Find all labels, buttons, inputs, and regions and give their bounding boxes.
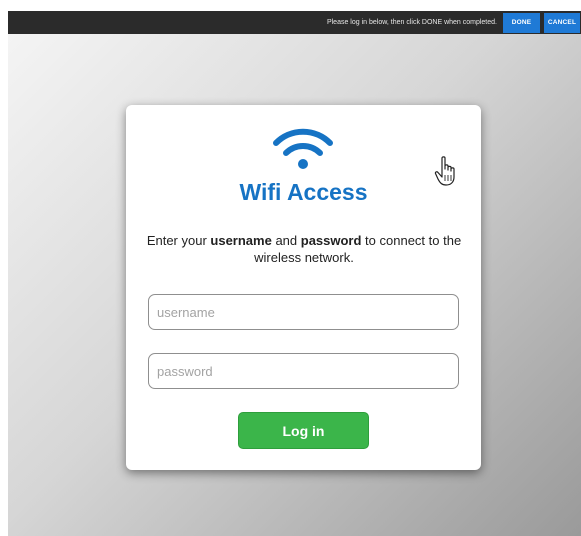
instructions-username-word: username [210,233,272,248]
wifi-icon [273,128,333,169]
password-input[interactable] [148,353,459,389]
login-instructions: Enter your username and password to conn… [144,232,464,266]
cancel-button[interactable]: CANCEL [544,12,580,33]
top-toolbar: Please log in below, then click DONE whe… [8,11,581,34]
instructions-text-1: Enter your [146,233,211,248]
instructions-text-2: and [271,233,301,248]
page-title: Wifi Access [239,179,368,205]
done-button[interactable]: DONE [503,12,540,33]
login-card: Wifi Access Enter your username and pass… [126,105,481,470]
toolbar-message: Please log in below, then click DONE whe… [326,19,497,26]
page-background: Wifi Access Enter your username and pass… [8,34,581,536]
instructions-password-word: password [300,233,362,248]
username-input[interactable] [148,294,459,330]
login-button[interactable]: Log in [238,412,369,449]
